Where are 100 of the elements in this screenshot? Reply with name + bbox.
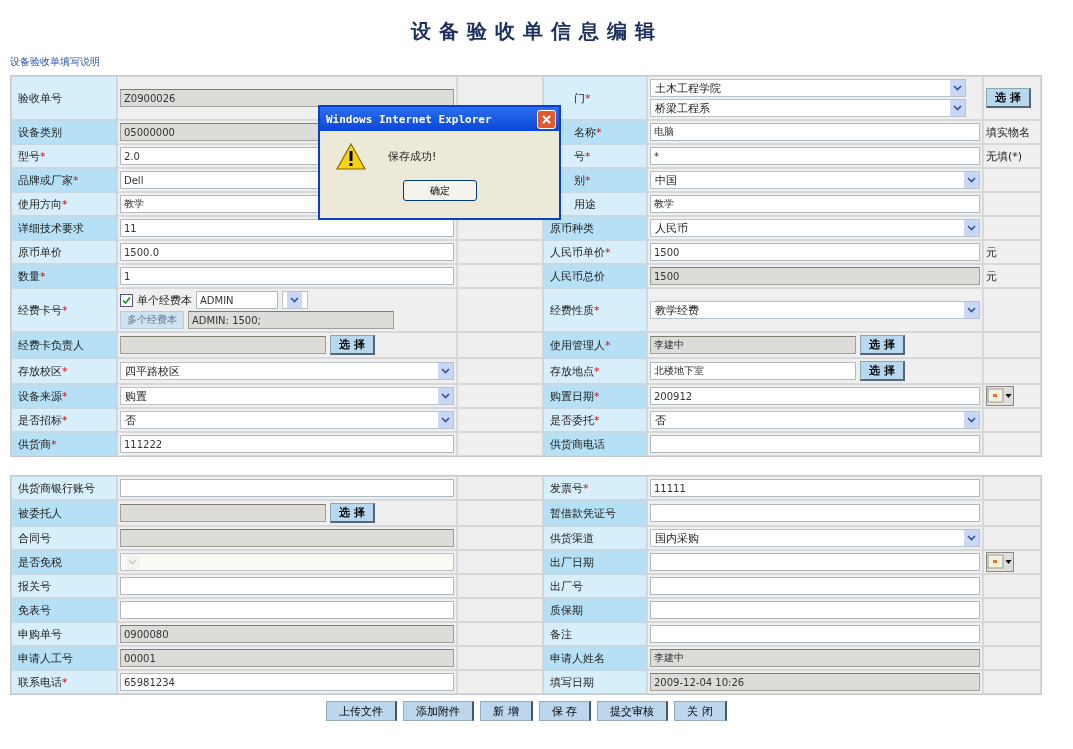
select-button[interactable]: 选 择 [330,503,375,523]
input-field[interactable]: 电脑 [650,123,980,141]
field-label: 经费性质* [543,288,647,332]
field-label: 人民币单价* [543,240,647,264]
unit-note: 元 [986,268,997,284]
input-field[interactable]: 2009-12-04 10:26 [650,673,980,691]
field-label: 原币种类 [543,216,647,240]
input-field[interactable]: 1 [120,267,454,285]
caret-icon[interactable] [438,388,453,404]
dropdown[interactable]: 中国 [650,171,980,189]
page-title: 设备验收单信息编辑 [409,18,664,45]
field-label: 使用管理人* [543,332,647,358]
caret-icon[interactable] [964,302,979,318]
input-field[interactable]: 200912 [650,387,980,405]
dropdown[interactable]: 桥梁工程系 [650,99,966,117]
caret-icon[interactable] [964,172,979,188]
input-field[interactable] [120,504,326,522]
input-field[interactable]: 教学 [650,195,980,213]
field-label: 详细技术要求 [11,216,117,240]
dropdown[interactable]: 国内采购 [650,529,980,547]
input-field[interactable]: 00001 [120,649,454,667]
dropdown[interactable]: 否 [650,411,980,429]
field-label: 设备类别 [11,120,117,144]
input-field[interactable]: 11 [120,219,454,237]
field-label: 联系电话* [11,670,117,694]
unit-note: 元 [986,244,997,260]
field-label: 是否免税 [11,550,117,574]
action-button[interactable]: 上传文件 [326,701,398,721]
select-button[interactable]: 选 择 [986,88,1031,108]
caret-icon[interactable] [287,292,302,308]
caret-icon[interactable] [964,220,979,236]
input-field[interactable] [120,336,326,354]
calendar-icon[interactable] [986,552,1014,572]
help-link[interactable]: 设备验收单填写说明 [10,55,100,69]
field-label: 使用方向* [11,192,117,216]
dropdown[interactable]: 否 [120,411,454,429]
input-field[interactable]: 北楼地下室 [650,362,856,380]
field-label: 存放地点* [543,358,647,384]
dropdown[interactable] [282,291,308,309]
field-label: 备注 [543,622,647,646]
input-field[interactable]: 1500 [650,243,980,261]
action-button[interactable]: 提交审核 [597,701,669,721]
field-label: 申请人姓名 [543,646,647,670]
input-field[interactable]: 111222 [120,435,454,453]
field-label: 出厂号 [543,574,647,598]
field-label: 存放校区* [11,358,117,384]
input-field[interactable]: 65981234 [120,673,454,691]
select-button[interactable]: 选 择 [860,335,905,355]
action-button[interactable]: 保 存 [538,701,592,721]
field-label: 供货商* [11,432,117,456]
field-label: 是否招标* [11,408,117,432]
field-label: 供货渠道 [543,526,647,550]
dropdown[interactable]: 购置 [120,387,454,405]
input-field[interactable]: * [650,147,980,165]
action-button[interactable]: 关 闭 [674,701,727,721]
action-button[interactable]: 添加附件 [403,701,475,721]
input-field[interactable]: 李建中 [650,336,856,354]
ok-button[interactable]: 确定 [402,180,477,201]
select-button[interactable]: 选 择 [330,335,375,355]
input-field[interactable]: 1500 [650,267,980,285]
dropdown[interactable]: 四平路校区 [120,362,454,380]
caret-icon[interactable] [964,530,979,546]
close-icon[interactable] [537,109,556,129]
field-label: 填写日期 [543,670,647,694]
dropdown[interactable]: 教学经费 [650,301,980,319]
input-field[interactable]: 李建中 [650,649,980,667]
field-label: 是否委托* [543,408,647,432]
dialog-title: Windows Internet Explorer [326,112,492,126]
unit-note: 填实物名 [986,124,1030,140]
field-label: 人民币总价 [543,264,647,288]
caret-icon[interactable] [950,100,965,116]
caret-icon[interactable] [964,412,979,428]
field-label: 供货商银行账号 [11,476,117,500]
input-field[interactable]: 0900080 [120,625,454,643]
input-field[interactable]: 11111 [650,479,980,497]
input-field[interactable]: Z0900026 [120,89,454,107]
caret-icon[interactable] [438,412,453,428]
field-label: 申购单号 [11,622,117,646]
field-label: 购置日期* [543,384,647,408]
caret-icon[interactable] [950,80,965,96]
field-label: 经费卡号* [11,288,117,332]
checkbox[interactable] [120,293,133,307]
input-field[interactable]: ADMIN [196,291,278,309]
dropdown[interactable]: 人民币 [650,219,980,237]
field-label: 经费卡负责人 [11,332,117,358]
input-field[interactable]: 1500.0 [120,243,454,261]
dropdown[interactable]: 土木工程学院 [650,79,966,97]
field-label: 发票号* [543,476,647,500]
input-field[interactable]: ADMIN: 1500; [188,311,394,329]
field-label: 出厂日期 [543,550,647,574]
field-label: 门* [543,76,647,120]
calendar-icon[interactable] [986,386,1014,406]
field-label: 数量* [11,264,117,288]
action-button[interactable]: 新 增 [480,701,533,721]
dialog-message: 保存成功! [388,149,437,164]
caret-icon[interactable] [438,363,453,379]
field-label: 合同号 [11,526,117,550]
warning-icon [336,143,366,170]
select-button[interactable]: 选 择 [860,361,905,381]
field-label: 原币单价 [11,240,117,264]
